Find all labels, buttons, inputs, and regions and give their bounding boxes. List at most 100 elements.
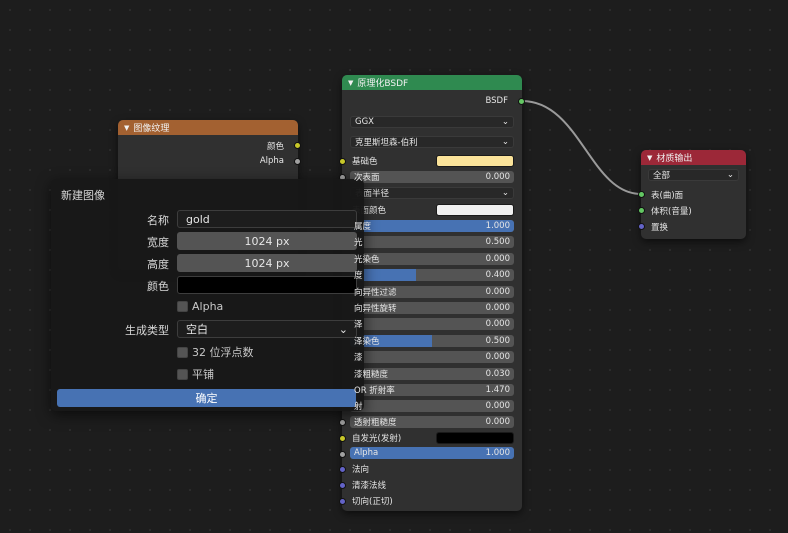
generated-type-dropdown[interactable]: 空白 ⌄	[177, 320, 357, 338]
specular-tint-value: 0.000	[485, 254, 510, 264]
anisotropic-rotation-value: 0.000	[485, 303, 510, 313]
clearcoat-roughness-field[interactable]: 漆粗糙度 0.030	[350, 368, 514, 380]
ok-button[interactable]: 确定	[57, 389, 356, 407]
subsurface-value: 0.000	[485, 172, 510, 182]
clearcoat-field[interactable]: 漆 0.000	[350, 351, 514, 363]
bsdf-output-socket[interactable]	[518, 98, 525, 105]
checkbox-box	[177, 368, 188, 380]
alpha-checkbox[interactable]: Alpha	[177, 300, 223, 313]
target-dropdown[interactable]: 全部 ⌄	[648, 169, 739, 181]
subsurface-color-swatch[interactable]	[436, 204, 514, 216]
transmission-label: 射	[354, 402, 363, 412]
base-color-socket[interactable]	[339, 158, 346, 165]
normal-label: 法向	[352, 465, 370, 475]
emission-socket[interactable]	[339, 435, 346, 442]
emission-label: 自发光(发射)	[352, 434, 402, 444]
ior-field[interactable]: OR 折射率 1.470	[350, 384, 514, 396]
specular-label: 光	[354, 238, 363, 248]
collapse-arrow-icon[interactable]: ▼	[647, 154, 652, 162]
material-output-header[interactable]: ▼ 材质输出	[641, 150, 746, 165]
roughness-field[interactable]: 度 0.400	[350, 269, 514, 281]
alpha-checkbox-label: Alpha	[192, 300, 224, 313]
clearcoat-normal-label: 清漆法线	[352, 481, 387, 491]
metallic-field[interactable]: 属度 1.000	[350, 220, 514, 232]
output-color-socket[interactable]	[294, 142, 301, 149]
base-color-swatch[interactable]	[436, 155, 514, 167]
sheen-field[interactable]: 泽 0.000	[350, 318, 514, 330]
displacement-socket[interactable]	[638, 223, 645, 230]
ior-value: 1.470	[485, 385, 510, 395]
ok-button-label: 确定	[195, 392, 218, 405]
transmission-value: 0.000	[485, 401, 510, 411]
anisotropic-field[interactable]: 向异性过滤 0.000	[350, 286, 514, 298]
surface-socket[interactable]	[638, 191, 645, 198]
principled-bsdf-node[interactable]: ▼ 原理化BSDF BSDF GGX ⌄ 克里斯坦森-伯利 ⌄ 基础色 次表面 0.…	[339, 75, 525, 511]
bsdf-title: 原理化BSDF	[357, 79, 409, 89]
subsurface-field[interactable]: 次表面 0.000	[350, 171, 514, 183]
color-swatch[interactable]	[177, 276, 357, 294]
height-field[interactable]: 1024 px	[177, 254, 357, 272]
transmission-field[interactable]: 射 0.000	[350, 400, 514, 412]
anisotropic-rotation-label: 向异性旋转	[354, 304, 397, 314]
target-value: 全部	[653, 171, 671, 181]
ior-label: OR 折射率	[354, 386, 395, 396]
sheen-value: 0.000	[485, 319, 510, 329]
emission-swatch[interactable]	[436, 432, 514, 444]
tangent-socket[interactable]	[339, 498, 346, 505]
tiled-label: 平铺	[192, 368, 214, 381]
width-field[interactable]: 1024 px	[177, 232, 357, 250]
collapse-arrow-icon[interactable]: ▼	[348, 79, 353, 87]
sheen-tint-field[interactable]: 泽染色 0.500	[350, 335, 514, 347]
material-output-title: 材质输出	[656, 154, 693, 164]
specular-tint-field[interactable]: 光染色 0.000	[350, 253, 514, 265]
chevron-down-icon: ⌄	[501, 188, 509, 198]
specular-value: 0.500	[485, 237, 510, 247]
alpha-label: Alpha	[354, 448, 379, 458]
output-color-label: 颜色	[266, 142, 284, 152]
specular-tint-label: 光染色	[354, 255, 380, 265]
width-value: 1024 px	[244, 234, 290, 248]
anisotropic-label: 向异性过滤	[354, 288, 397, 298]
sheen-tint-label: 泽染色	[354, 337, 380, 347]
name-field[interactable]: gold	[177, 210, 357, 228]
float-buffer-label: 32 位浮点数	[192, 346, 254, 359]
generated-type-value: 空白	[186, 323, 208, 336]
clearcoat-roughness-label: 漆粗糙度	[354, 370, 389, 380]
new-image-dialog[interactable]: 新建图像 名称 gold 宽度 1024 px 高度 1024 px 颜色 Al…	[51, 179, 364, 411]
alpha-socket[interactable]	[339, 451, 346, 458]
dialog-title: 新建图像	[61, 189, 105, 202]
transmission-roughness-socket[interactable]	[339, 419, 346, 426]
metallic-value: 1.000	[485, 221, 510, 231]
name-value: gold	[186, 212, 210, 226]
subsurface-radius-dropdown[interactable]: 表面半径 ⌄	[350, 187, 514, 199]
normal-socket[interactable]	[339, 466, 346, 473]
distribution-value: GGX	[355, 117, 374, 127]
clearcoat-normal-socket[interactable]	[339, 482, 346, 489]
name-label: 名称	[147, 214, 169, 227]
sheen-tint-value: 0.500	[485, 336, 510, 346]
anisotropic-rotation-field[interactable]: 向异性旋转 0.000	[350, 302, 514, 314]
material-output-node[interactable]: ▼ 材质输出 全部 ⌄ 表(曲)面 体积(音量) 置换	[638, 150, 746, 239]
image-texture-header[interactable]: ▼ 图像纹理	[118, 120, 298, 135]
distribution-dropdown[interactable]: GGX ⌄	[350, 116, 514, 128]
bsdf-output-label: BSDF	[485, 96, 508, 106]
volume-socket[interactable]	[638, 207, 645, 214]
subsurface-label: 次表面	[354, 173, 380, 183]
output-alpha-socket[interactable]	[294, 158, 301, 165]
roughness-value: 0.400	[485, 270, 510, 280]
transmission-roughness-field[interactable]: 透射粗糙度 0.000	[350, 416, 514, 428]
base-color-label: 基础色	[352, 157, 378, 167]
subsurface-method-dropdown[interactable]: 克里斯坦森-伯利 ⌄	[350, 136, 514, 148]
clearcoat-roughness-value: 0.030	[485, 369, 510, 379]
tiled-checkbox[interactable]: 平铺	[177, 366, 214, 382]
collapse-arrow-icon[interactable]: ▼	[124, 124, 129, 132]
alpha-field[interactable]: Alpha 1.000	[350, 447, 514, 459]
bsdf-header[interactable]: ▼ 原理化BSDF	[342, 75, 522, 90]
chevron-down-icon: ⌄	[501, 137, 509, 147]
output-alpha-label: Alpha	[259, 156, 284, 166]
float-buffer-checkbox[interactable]: 32 位浮点数	[177, 344, 254, 360]
height-value: 1024 px	[244, 256, 290, 270]
specular-field[interactable]: 光 0.500	[350, 236, 514, 248]
clearcoat-label: 漆	[354, 353, 363, 363]
chevron-down-icon: ⌄	[338, 322, 348, 336]
